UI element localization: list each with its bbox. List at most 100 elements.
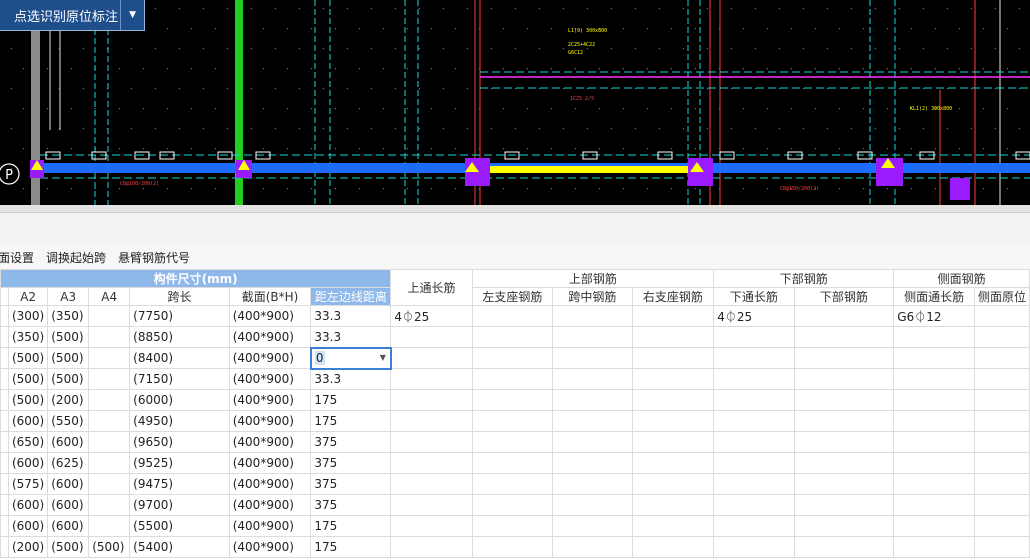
- cell-side-through[interactable]: G6⏀12: [893, 305, 975, 327]
- cell-left-support[interactable]: [471, 431, 554, 453]
- cell-span[interactable]: (7150): [129, 368, 230, 390]
- cell-top-through[interactable]: [390, 410, 473, 432]
- cell-a2[interactable]: (500): [7, 347, 49, 369]
- cell-a3[interactable]: (500): [47, 536, 90, 558]
- cell-a3[interactable]: (500): [47, 347, 90, 369]
- cell-left-support[interactable]: [471, 410, 554, 432]
- cell-bottom-through[interactable]: [713, 452, 795, 474]
- cell-a4[interactable]: [88, 515, 131, 537]
- cell-side-inplace[interactable]: [973, 473, 1030, 495]
- cell-side-inplace[interactable]: [973, 452, 1030, 474]
- cell-span[interactable]: (7750): [129, 305, 230, 327]
- cell-distance[interactable]: 33.3: [310, 368, 392, 390]
- cell-left-support[interactable]: [471, 452, 554, 474]
- cell-mid-span[interactable]: [552, 473, 633, 495]
- cell-side-through[interactable]: [893, 368, 975, 390]
- table-row[interactable]: (650) (600) (9650) (400*900) 375: [0, 431, 1030, 453]
- table-row[interactable]: (200) (500) (500) (5400) (400*900) 175: [0, 536, 1030, 558]
- cell-a4[interactable]: [88, 305, 131, 327]
- section-settings-button[interactable]: 面设置: [0, 249, 34, 266]
- cell-top-through[interactable]: [390, 347, 473, 369]
- cell-side-inplace[interactable]: [973, 494, 1030, 516]
- cell-distance[interactable]: 375: [310, 431, 392, 453]
- cell-a4[interactable]: (500): [88, 536, 131, 558]
- cell-distance[interactable]: 375: [310, 452, 392, 474]
- cell-mid-span[interactable]: [552, 431, 633, 453]
- cell-mid-span[interactable]: [552, 410, 633, 432]
- cell-top-through[interactable]: [390, 368, 473, 390]
- cell-left-support[interactable]: [471, 347, 554, 369]
- cell-side-inplace[interactable]: [973, 389, 1030, 411]
- row-cut-cell[interactable]: [0, 473, 9, 495]
- cell-side-inplace[interactable]: [973, 326, 1030, 348]
- cell-mid-span[interactable]: [552, 326, 633, 348]
- cell-span[interactable]: (9650): [129, 431, 230, 453]
- cell-side-through[interactable]: [893, 347, 975, 369]
- table-row[interactable]: (350) (500) (8850) (400*900) 33.3: [0, 326, 1030, 348]
- cell-a4[interactable]: [88, 473, 131, 495]
- chevron-down-icon[interactable]: ▼: [120, 0, 144, 30]
- cell-right-support[interactable]: [631, 305, 715, 327]
- cell-a4[interactable]: [88, 494, 131, 516]
- cell-side-inplace[interactable]: [973, 536, 1030, 558]
- cell-right-support[interactable]: [631, 389, 715, 411]
- cell-distance[interactable]: 33.3: [310, 305, 392, 327]
- cell-mid-span[interactable]: [552, 452, 633, 474]
- swap-start-span-button[interactable]: 调换起始跨: [46, 249, 106, 266]
- cell-top-through[interactable]: [390, 494, 473, 516]
- cell-a3[interactable]: (600): [47, 431, 90, 453]
- cell-top-through[interactable]: [390, 515, 473, 537]
- cell-section[interactable]: (400*900): [228, 494, 312, 516]
- cell-top-through[interactable]: [390, 473, 473, 495]
- cell-bottom-bar[interactable]: [793, 536, 895, 558]
- cell-mid-span[interactable]: [552, 494, 633, 516]
- row-cut-cell[interactable]: [0, 536, 9, 558]
- row-cut-cell[interactable]: [0, 347, 9, 369]
- cell-mid-span[interactable]: [552, 536, 633, 558]
- cell-top-through[interactable]: [390, 452, 473, 474]
- cell-right-support[interactable]: [631, 494, 715, 516]
- cell-a4[interactable]: [88, 347, 131, 369]
- cell-top-through[interactable]: [390, 389, 473, 411]
- row-cut-cell[interactable]: [0, 368, 9, 390]
- cell-section[interactable]: (400*900): [228, 473, 312, 495]
- cell-left-support[interactable]: [471, 473, 554, 495]
- cell-bottom-through[interactable]: [713, 473, 795, 495]
- distance-editor-value[interactable]: 0: [314, 351, 325, 365]
- cell-right-support[interactable]: [631, 410, 715, 432]
- cell-mid-span[interactable]: [552, 368, 633, 390]
- cell-a2[interactable]: (500): [7, 368, 49, 390]
- cell-bottom-bar[interactable]: [793, 389, 895, 411]
- cell-bottom-bar[interactable]: [793, 431, 895, 453]
- cell-section[interactable]: (400*900): [228, 389, 312, 411]
- cell-mid-span[interactable]: [552, 305, 633, 327]
- cell-left-support[interactable]: [471, 515, 554, 537]
- cell-a3[interactable]: (200): [47, 389, 90, 411]
- cell-side-inplace[interactable]: [973, 515, 1030, 537]
- cell-a2[interactable]: (600): [7, 515, 49, 537]
- cell-left-support[interactable]: [471, 536, 554, 558]
- cell-span[interactable]: (8400): [129, 347, 230, 369]
- row-cut-cell[interactable]: [0, 494, 9, 516]
- cell-bottom-bar[interactable]: [793, 326, 895, 348]
- row-cut-cell[interactable]: [0, 389, 9, 411]
- cell-side-through[interactable]: [893, 452, 975, 474]
- cell-span[interactable]: (6000): [129, 389, 230, 411]
- cell-bottom-through[interactable]: 4⏀25: [713, 305, 795, 327]
- cell-span[interactable]: (9475): [129, 473, 230, 495]
- cell-distance[interactable]: 175: [310, 536, 392, 558]
- table-row[interactable]: (600) (625) (9525) (400*900) 375: [0, 452, 1030, 474]
- table-row[interactable]: (500) (200) (6000) (400*900) 175: [0, 389, 1030, 411]
- recognize-annotation-button[interactable]: 点选识别原位标注 ▼: [0, 0, 145, 31]
- cell-section[interactable]: (400*900): [228, 431, 312, 453]
- cell-bottom-bar[interactable]: [793, 368, 895, 390]
- cell-bottom-through[interactable]: [713, 515, 795, 537]
- cell-mid-span[interactable]: [552, 515, 633, 537]
- cell-distance[interactable]: 175: [310, 515, 392, 537]
- cell-section[interactable]: (400*900): [228, 410, 312, 432]
- cell-top-through[interactable]: 4⏀25: [390, 305, 473, 327]
- cell-distance[interactable]: 375: [310, 494, 392, 516]
- cell-right-support[interactable]: [631, 536, 715, 558]
- cell-a4[interactable]: [88, 410, 131, 432]
- cell-section[interactable]: (400*900): [228, 515, 312, 537]
